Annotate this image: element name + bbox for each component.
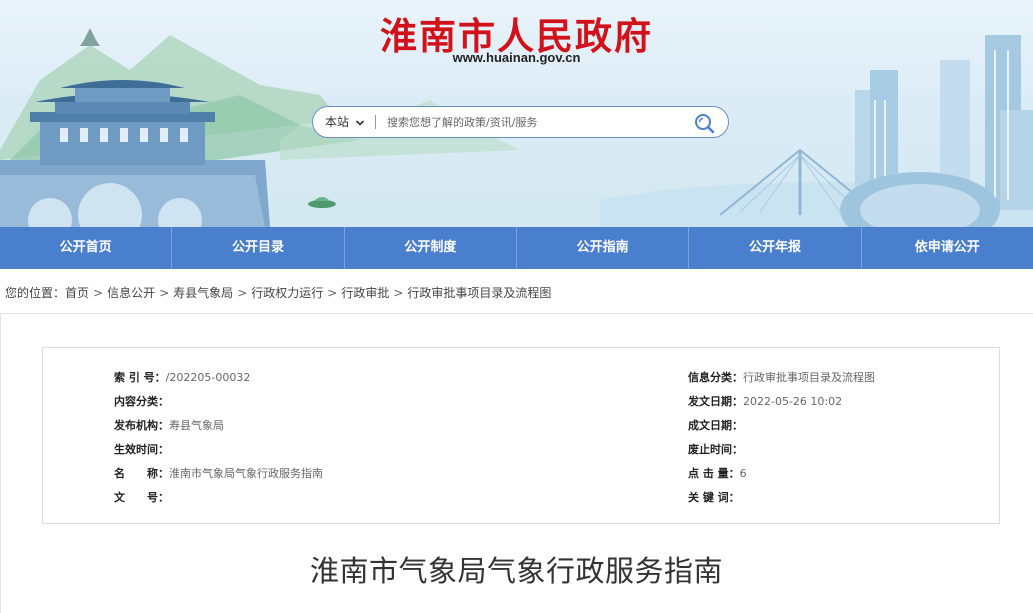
breadcrumb-separator: > xyxy=(393,286,404,300)
info-keywords: 关 键 词： xyxy=(688,489,740,505)
nav-item-home[interactable]: 公开首页 xyxy=(0,227,173,269)
header-banner: 淮南市人民政府 www.huainan.gov.cn 本站 xyxy=(0,0,1033,227)
info-label: 废止时间： xyxy=(688,443,743,456)
info-label: 关 键 词： xyxy=(688,491,740,504)
breadcrumb-separator: > xyxy=(237,286,248,300)
main-nav: 公开首页 公开目录 公开制度 公开指南 公开年报 依申请公开 xyxy=(0,227,1033,269)
info-value: 2022-05-26 10:02 xyxy=(743,395,843,408)
info-label: 成文日期： xyxy=(688,419,743,432)
info-value: 淮南市气象局气象行政服务指南 xyxy=(169,467,323,480)
info-label: 名 称： xyxy=(114,467,169,480)
document-title: 淮南市气象局气象行政服务指南 xyxy=(309,554,723,588)
site-url: www.huainan.gov.cn xyxy=(452,50,581,65)
info-label: 点 击 量： xyxy=(688,467,740,480)
breadcrumb-prefix: 您的位置： xyxy=(5,286,66,300)
info-view-count: 点 击 量：6 xyxy=(688,465,747,481)
search-icon[interactable] xyxy=(693,112,715,134)
info-name: 名 称：淮南市气象局气象行政服务指南 xyxy=(114,465,323,481)
document-info-table: 索 引 号：/202205-00032 内容分类： 发布机构：寿县气象局 生效时… xyxy=(42,347,1000,524)
info-label: 索 引 号： xyxy=(114,371,166,384)
search-scope-label: 本站 xyxy=(325,115,350,129)
search-input[interactable] xyxy=(387,111,677,133)
info-content-category: 内容分类： xyxy=(114,393,169,409)
chevron-down-icon xyxy=(355,119,364,126)
info-value: 6 xyxy=(739,467,747,480)
info-label: 生效时间： xyxy=(114,443,169,456)
info-written-date: 成文日期： xyxy=(688,417,743,433)
breadcrumb-separator: > xyxy=(327,286,338,300)
nav-item-guide[interactable]: 公开指南 xyxy=(517,227,690,269)
info-abolish-date: 废止时间： xyxy=(688,441,743,457)
breadcrumb: 您的位置：首页 > 信息公开 > 寿县气象局 > 行政权力运行 > 行政审批 > 行政审批事项目录及… xyxy=(5,284,551,301)
breadcrumb-item-admin-approval[interactable]: 行政审批 xyxy=(341,286,389,300)
breadcrumb-item-bureau[interactable]: 寿县气象局 xyxy=(173,286,233,300)
info-effective-date: 生效时间： xyxy=(114,441,169,457)
nav-item-apply[interactable]: 依申请公开 xyxy=(862,227,1033,269)
info-classification: 信息分类：行政审批事项目录及流程图 xyxy=(688,369,875,385)
breadcrumb-item-info-disclosure[interactable]: 信息公开 xyxy=(107,286,155,300)
breadcrumb-item-admin-power[interactable]: 行政权力运行 xyxy=(251,286,323,300)
info-index-number: 索 引 号：/202205-00032 xyxy=(114,369,250,385)
search-bar: 本站 xyxy=(312,106,729,138)
nav-item-system[interactable]: 公开制度 xyxy=(345,227,517,269)
info-issue-date: 发文日期：2022-05-26 10:02 xyxy=(688,393,842,409)
info-label: 发文日期： xyxy=(688,395,743,408)
breadcrumb-separator: > xyxy=(93,286,104,300)
info-label: 信息分类： xyxy=(688,371,743,384)
info-label: 内容分类： xyxy=(114,395,169,408)
info-value: /202205-00032 xyxy=(165,371,251,384)
search-divider xyxy=(375,115,376,129)
info-label: 发布机构： xyxy=(114,419,169,432)
info-value: 行政审批事项目录及流程图 xyxy=(743,371,875,384)
nav-item-catalog[interactable]: 公开目录 xyxy=(172,227,345,269)
nav-item-annual-report[interactable]: 公开年报 xyxy=(689,227,862,269)
info-publisher: 发布机构：寿县气象局 xyxy=(114,417,224,433)
breadcrumb-item-home[interactable]: 首页 xyxy=(65,286,89,300)
breadcrumb-item-current[interactable]: 行政审批事项目录及流程图 xyxy=(407,286,551,300)
info-label: 文 号： xyxy=(114,491,169,504)
search-scope-select[interactable]: 本站 xyxy=(325,107,365,137)
info-value: 寿县气象局 xyxy=(169,419,224,432)
info-document-number: 文 号： xyxy=(114,489,169,505)
breadcrumb-separator: > xyxy=(159,286,170,300)
